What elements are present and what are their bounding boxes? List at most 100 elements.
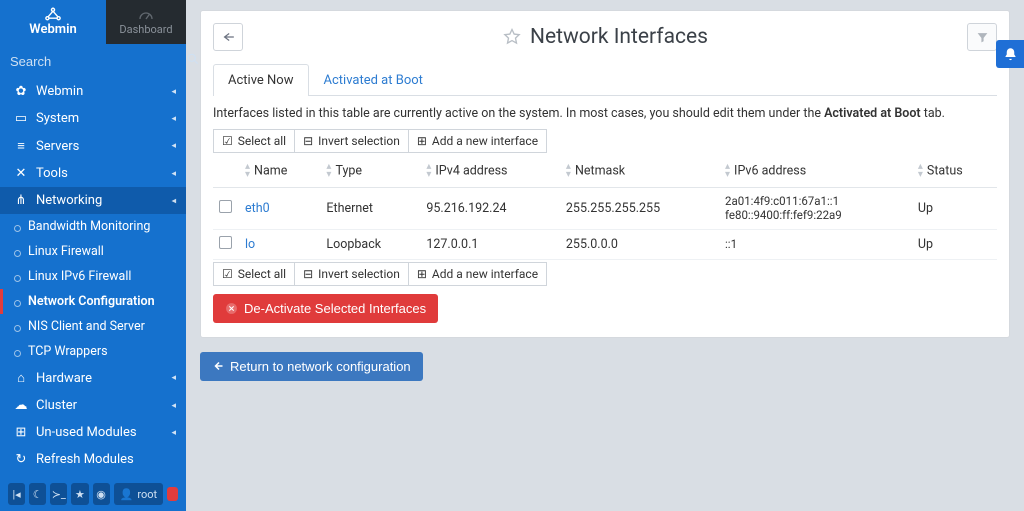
- cell-netmask: 255.0.0.0: [560, 229, 719, 259]
- search-input[interactable]: [10, 54, 186, 69]
- tab-activated-at-boot[interactable]: Activated at Boot: [309, 64, 438, 96]
- user-label: root: [137, 488, 157, 501]
- servers-icon: ≡: [12, 138, 30, 154]
- search-row: [0, 44, 186, 78]
- nav-label: Refresh Modules: [36, 452, 134, 467]
- cloud-icon: ☁: [12, 398, 30, 413]
- plus-icon: ⊞: [417, 134, 427, 148]
- caret-icon: ◂: [171, 141, 176, 151]
- bell-icon: [1003, 47, 1018, 62]
- cell-ipv6: 2a01:4f9:c011:67a1::1 fe80::9400:ff:fef9…: [719, 188, 912, 230]
- subnav-linux-ipv6-firewall[interactable]: Linux IPv6 Firewall: [0, 264, 186, 289]
- sidebar-item-refresh[interactable]: ↻ Refresh Modules: [0, 446, 186, 473]
- add-interface-button[interactable]: ⊞Add a new interface: [409, 129, 547, 153]
- col-ipv6[interactable]: ▴▾IPv6 address: [719, 155, 912, 188]
- subnav-bandwidth[interactable]: Bandwidth Monitoring: [0, 214, 186, 239]
- toolbar-bottom: ☑Select all ⊟Invert selection ⊞Add a new…: [213, 262, 997, 286]
- subnav-nis[interactable]: NIS Client and Server: [0, 314, 186, 339]
- laptop-icon: ▭: [12, 111, 30, 126]
- hdd-icon: ⌂: [12, 370, 30, 386]
- brand[interactable]: Webmin: [0, 0, 106, 44]
- col-name[interactable]: ▴▾Name: [239, 155, 320, 188]
- sort-icon: ▴▾: [426, 163, 431, 179]
- caret-down-icon: ▾: [169, 198, 179, 203]
- sidebar-item-networking[interactable]: ⋔Networking▾: [0, 187, 186, 214]
- nav: ✿Webmin◂ ▭System◂ ≡Servers◂ ✕Tools◂ ⋔Net…: [0, 78, 186, 477]
- dashboard-tab[interactable]: Dashboard: [106, 0, 186, 44]
- col-label: IPv4 address: [435, 163, 507, 178]
- share-icon: ⋔: [12, 193, 30, 208]
- cell: 255.0.0.0: [566, 237, 618, 252]
- col-type[interactable]: ▴▾Type: [320, 155, 420, 188]
- sidebar-item-servers[interactable]: ≡Servers◂: [0, 132, 186, 160]
- nav-label: Webmin: [36, 84, 83, 99]
- gauge-icon: [138, 9, 154, 21]
- nav-label: Hardware: [36, 371, 92, 386]
- hint-text: Interfaces listed in this table are curr…: [213, 106, 997, 121]
- cell-ipv6: ::1: [719, 229, 912, 259]
- webmin-logo-icon: [44, 7, 62, 21]
- refresh-icon: ↻: [12, 452, 30, 467]
- nav-label: Un-used Modules: [36, 425, 137, 440]
- sidebar-item-hardware[interactable]: ⌂Hardware◂: [0, 364, 186, 392]
- subnav-linux-firewall[interactable]: Linux Firewall: [0, 239, 186, 264]
- row-checkbox[interactable]: [219, 236, 232, 249]
- notifications-button[interactable]: [996, 40, 1024, 68]
- cell: eth0: [245, 201, 270, 216]
- sub-label: Bandwidth Monitoring: [28, 219, 150, 234]
- btn-label: Select all: [238, 134, 286, 148]
- cell-netmask: 255.255.255.255: [560, 188, 719, 230]
- subnav-tcp-wrappers[interactable]: TCP Wrappers: [0, 339, 186, 364]
- return-button[interactable]: Return to network configuration: [200, 352, 423, 381]
- btn-label: Return to network configuration: [230, 359, 411, 374]
- add-interface-button[interactable]: ⊞Add a new interface: [409, 262, 547, 286]
- select-all-button[interactable]: ☑Select all: [213, 262, 295, 286]
- subnav: Bandwidth Monitoring Linux Firewall Linu…: [0, 214, 186, 364]
- favorites-button[interactable]: ★: [71, 483, 88, 505]
- interface-name-link[interactable]: lo: [239, 229, 320, 259]
- sort-icon: ▴▾: [326, 163, 331, 179]
- col-status[interactable]: ▴▾Status: [912, 155, 997, 188]
- row-checkbox[interactable]: [219, 200, 232, 213]
- sub-label: NIS Client and Server: [28, 319, 145, 334]
- sort-icon: ▴▾: [918, 163, 923, 179]
- panel: Network Interfaces Active Now Activated …: [200, 10, 1010, 338]
- interface-name-link[interactable]: eth0: [239, 188, 320, 230]
- terminal-button[interactable]: ≻_: [50, 483, 67, 505]
- sidebar-item-tools[interactable]: ✕Tools◂: [0, 160, 186, 187]
- sidebar-item-unused[interactable]: ⊞Un-used Modules◂: [0, 419, 186, 446]
- night-mode-button[interactable]: ☾: [29, 483, 46, 505]
- cell-status: Up: [912, 229, 997, 259]
- star-icon[interactable]: [502, 27, 522, 47]
- language-button[interactable]: ◉: [93, 483, 110, 505]
- col-netmask[interactable]: ▴▾Netmask: [560, 155, 719, 188]
- logout-button[interactable]: [167, 487, 178, 501]
- page-title: Network Interfaces: [243, 25, 967, 49]
- invert-selection-button[interactable]: ⊟Invert selection: [295, 262, 409, 286]
- subnav-network-configuration[interactable]: Network Configuration: [0, 289, 186, 314]
- back-button[interactable]: [213, 23, 243, 51]
- table-row: lo Loopback 127.0.0.1 255.0.0.0 ::1 Up: [213, 229, 997, 259]
- sub-label: TCP Wrappers: [28, 344, 108, 359]
- tab-active-now[interactable]: Active Now: [213, 64, 309, 96]
- invert-selection-button[interactable]: ⊟Invert selection: [295, 129, 409, 153]
- btn-label: Invert selection: [318, 267, 400, 281]
- plus-icon: ⊞: [417, 267, 427, 281]
- sidebar-item-webmin[interactable]: ✿Webmin◂: [0, 78, 186, 105]
- btn-label: Select all: [238, 267, 286, 281]
- hint-pre: Interfaces listed in this table are curr…: [213, 106, 824, 121]
- cell: 95.216.192.24: [426, 201, 506, 216]
- col-ipv4[interactable]: ▴▾ IPv4 address: [420, 155, 560, 188]
- caret-icon: ◂: [171, 114, 176, 124]
- select-all-button[interactable]: ☑Select all: [213, 129, 295, 153]
- deactivate-button[interactable]: De-Activate Selected Interfaces: [213, 294, 438, 323]
- user-button[interactable]: 👤root: [114, 483, 163, 505]
- cell: Up: [918, 201, 933, 216]
- nav-label: Cluster: [36, 398, 77, 413]
- sidebar-item-system[interactable]: ▭ System ◂: [0, 105, 186, 132]
- collapse-button[interactable]: |◂: [8, 483, 25, 505]
- filter-button[interactable]: [967, 23, 997, 51]
- nav-label: System: [36, 111, 79, 126]
- gear-icon: ✿: [12, 84, 30, 99]
- sidebar-item-cluster[interactable]: ☁Cluster◂: [0, 392, 186, 419]
